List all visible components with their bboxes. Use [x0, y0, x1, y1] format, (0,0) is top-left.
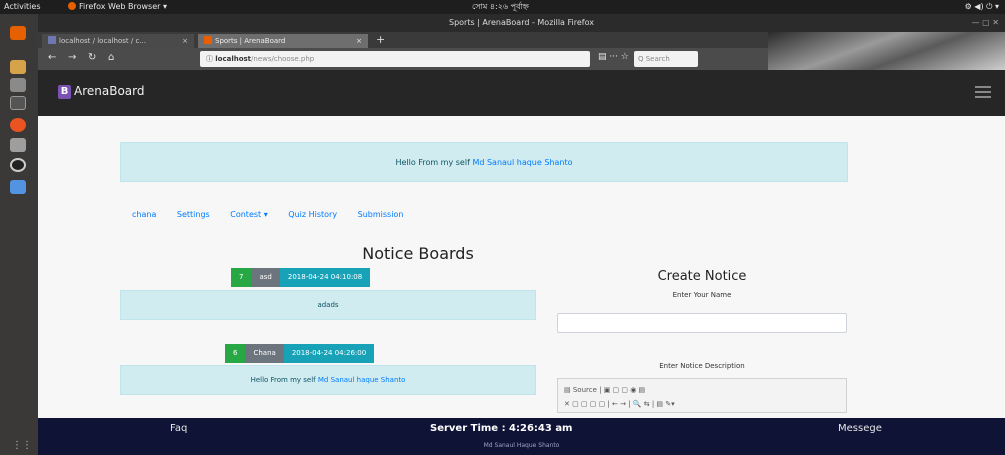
tab-phpmyadmin[interactable]: localhost / localhost / c... ×: [42, 34, 194, 48]
rich-text-editor-toolbar[interactable]: ▤ Source | ▣ ▢ ▢ ◉ ▤ ✕ ▢ ▢ ▢ ▢ | ← → | 🔍…: [557, 378, 847, 413]
brand-logo-icon[interactable]: B: [58, 85, 71, 99]
notice-id-badge: 7: [231, 268, 252, 287]
nav-item-profile[interactable]: chana: [132, 210, 156, 219]
tab-label: Sports | ArenaBoard: [215, 37, 286, 45]
brand-name[interactable]: ArenaBoard: [74, 84, 145, 98]
new-tab-button[interactable]: +: [376, 33, 385, 46]
firefox-launcher-icon[interactable]: [10, 26, 26, 40]
notice-header: 6 Chana 2018-04-24 04:26:00: [225, 344, 375, 363]
notice-author-badge: Chana: [245, 344, 284, 363]
notice-id-badge: 6: [225, 344, 246, 363]
notice-date-badge: 2018-04-24 04:26:00: [283, 344, 375, 363]
tab-close-icon[interactable]: ×: [182, 34, 188, 48]
nav-item-settings[interactable]: Settings: [177, 210, 210, 219]
window-title-bar: Sports | ArenaBoard - Mozilla Firefox — …: [38, 14, 1005, 32]
tab-label: localhost / localhost / c...: [59, 37, 146, 45]
home-icon[interactable]: ⌂: [108, 52, 114, 63]
launcher-dock: ⋮⋮: [0, 14, 38, 455]
editor-toolbar-row[interactable]: ▤ Source | ▣ ▢ ▢ ◉ ▤: [564, 383, 840, 397]
app-menu[interactable]: Firefox Web Browser ▾: [68, 0, 167, 14]
info-icon[interactable]: ⓘ: [206, 55, 213, 63]
window-title: Sports | ArenaBoard - Mozilla Firefox: [449, 18, 594, 27]
page-actions[interactable]: ▤ ··· ☆: [598, 52, 629, 62]
tab-arenaboard[interactable]: Sports | ArenaBoard ×: [198, 34, 368, 48]
system-top-bar: Activities Firefox Web Browser ▾ সোম ৪:২…: [0, 0, 1005, 14]
url-bar[interactable]: ⓘ localhost/news/choose.php: [200, 51, 590, 67]
notice-body: adads: [120, 290, 536, 320]
search-input[interactable]: Q Search: [634, 51, 698, 67]
greeting-name-link[interactable]: Md Sanaul haque Shanto: [472, 158, 572, 167]
name-label: Enter Your Name: [672, 291, 732, 299]
chrome-launcher-icon[interactable]: [10, 158, 26, 172]
calendar-launcher-icon[interactable]: [10, 96, 26, 110]
name-field[interactable]: [557, 313, 847, 333]
user-nav: chana Settings Contest ▾ Quiz History Su…: [132, 210, 421, 219]
notice-text: Hello From my self: [250, 376, 318, 384]
description-label: Enter Notice Description: [659, 362, 745, 370]
notice-link[interactable]: Md Sanaul haque Shanto: [318, 376, 406, 384]
create-notice-panel: Create Notice Enter Your Name: [557, 269, 847, 299]
editor-toolbar-row[interactable]: ✕ ▢ ▢ ▢ ▢ | ← → | 🔍 ⇆ | ▤ ✎▾: [564, 397, 840, 411]
url-path: /news/choose.php: [251, 55, 315, 63]
forward-icon[interactable]: →: [68, 52, 76, 63]
system-tray[interactable]: ⚙ ◀) ⏻ ▾: [965, 0, 999, 14]
ubuntu-software-icon[interactable]: [10, 118, 26, 132]
server-time: Server Time : 4:26:43 am: [430, 423, 573, 434]
notice-body: Hello From my self Md Sanaul haque Shant…: [120, 365, 536, 395]
tab-close-icon[interactable]: ×: [356, 34, 362, 48]
back-icon[interactable]: ←: [48, 52, 56, 63]
notice-date-badge: 2018-04-24 04:10:08: [279, 268, 371, 287]
page-content: B ArenaBoard Hello From my self Md Sanau…: [38, 70, 1005, 455]
app-menu-label: Firefox Web Browser ▾: [79, 2, 167, 11]
greeting-alert: Hello From my self Md Sanaul haque Shant…: [120, 142, 848, 182]
settings-launcher-icon[interactable]: [10, 138, 26, 152]
desktop-wallpaper: [768, 32, 1005, 70]
faq-link[interactable]: Faq: [170, 423, 187, 434]
window-controls[interactable]: — ▢ ✕: [972, 14, 999, 32]
greeting-text: Hello From my self: [395, 158, 473, 167]
notice-header: 7 asd 2018-04-24 04:10:08: [231, 268, 371, 287]
tab-favicon-icon: [48, 36, 56, 44]
clock[interactable]: সোম ৪:২৬ পূর্বাহ্ন: [472, 0, 529, 14]
hamburger-menu-icon[interactable]: [975, 86, 991, 98]
reload-icon[interactable]: ↻: [88, 52, 96, 63]
site-footer: Faq Server Time : 4:26:43 am Messege Md …: [38, 418, 1005, 455]
firefox-icon: [68, 2, 76, 10]
show-apps-icon[interactable]: ⋮⋮: [12, 440, 32, 451]
terminal-launcher-icon[interactable]: [10, 78, 26, 92]
nav-item-submission[interactable]: Submission: [358, 210, 404, 219]
notice-text: adads: [317, 301, 339, 309]
activities-button[interactable]: Activities: [4, 0, 41, 14]
text-editor-launcher-icon[interactable]: [10, 180, 26, 194]
files-launcher-icon[interactable]: [10, 60, 26, 74]
nav-item-quiz-history[interactable]: Quiz History: [288, 210, 337, 219]
notice-author-badge: asd: [251, 268, 280, 287]
footer-credit: Md Sanaul Haque Shanto: [483, 442, 560, 449]
tab-favicon-icon: [204, 36, 212, 44]
notice-board-title: Notice Boards: [362, 244, 474, 263]
nav-item-contest[interactable]: Contest ▾: [230, 210, 267, 219]
message-link[interactable]: Messege: [838, 423, 882, 434]
create-notice-title: Create Notice: [657, 269, 747, 284]
url-host: localhost: [215, 55, 252, 63]
site-navbar: B ArenaBoard: [38, 70, 1005, 116]
